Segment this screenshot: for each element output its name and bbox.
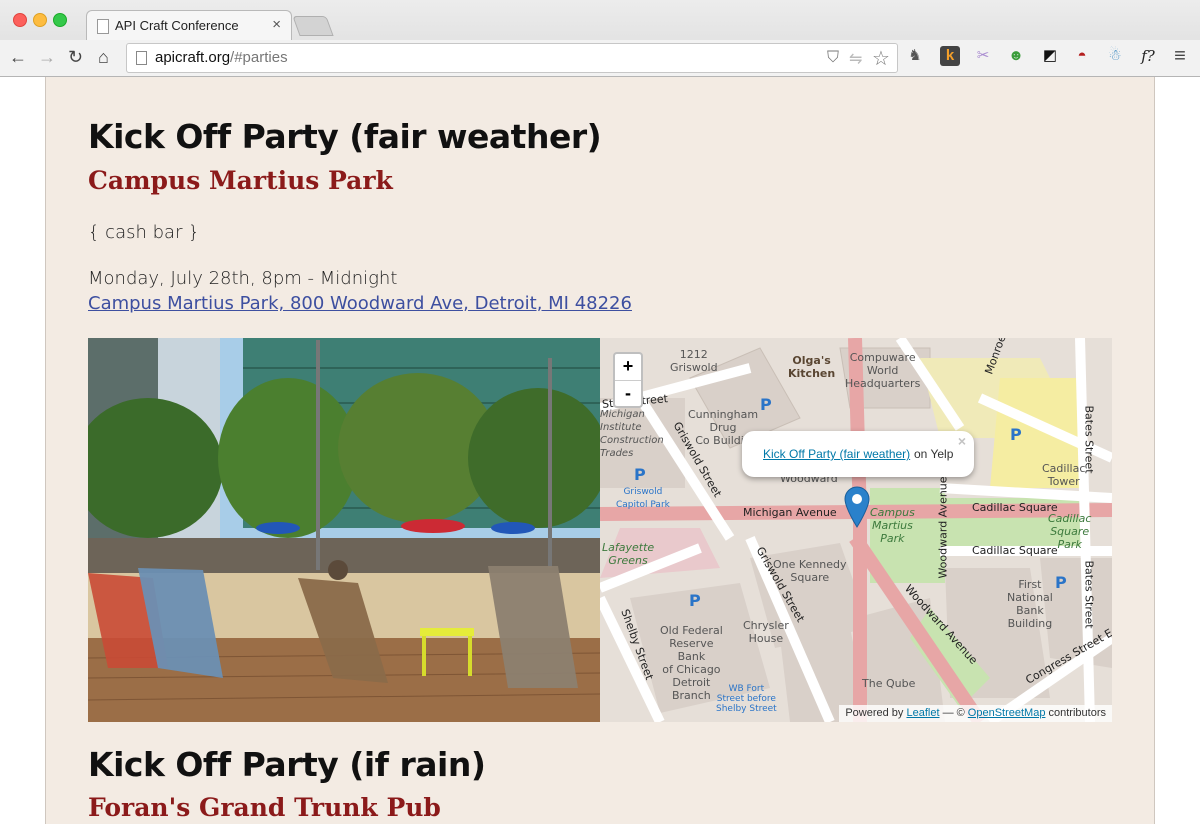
popup-close-icon[interactable]: × — [958, 433, 966, 449]
popup-suffix: on Yelp — [914, 447, 954, 461]
main-content: Kick Off Party (fair weather) Campus Mar… — [45, 77, 1155, 824]
font-finder-icon[interactable]: f? — [1138, 46, 1158, 66]
bookmark-star-icon[interactable]: ☆ — [872, 46, 890, 71]
menu-icon[interactable]: ≡ — [1170, 46, 1190, 66]
map-poi-the-qube: The Qube — [862, 677, 916, 690]
tab-title: API Craft Conference — [115, 18, 239, 33]
parking-icon: P — [1010, 425, 1022, 444]
parking-icon: P — [760, 395, 772, 414]
map-poi-cadillac-square-park: Cadillac Square Park — [1048, 512, 1092, 551]
alien-icon[interactable]: ☻ — [1006, 46, 1026, 66]
map-poi-campus-martius-park: Campus Martius Park — [870, 506, 915, 545]
map-poi-old-federal: Old Federal Reserve Bank of Chicago Detroit B… — [660, 624, 723, 702]
map-label-cadillac-square-2: Cadillac Square — [972, 544, 1058, 557]
reload-button[interactable]: ↻ — [68, 46, 83, 68]
attribution-suffix: contributors — [1048, 707, 1106, 719]
attribution-prefix: Powered by — [845, 707, 904, 719]
tab-close-icon[interactable]: × — [272, 16, 281, 33]
park-photo-illustration — [88, 338, 600, 722]
home-button[interactable]: ⌂ — [98, 46, 109, 68]
url-host: apicraft.org — [155, 49, 231, 66]
party2-title: Kick Off Party (if rain) — [88, 745, 486, 784]
openstreetmap-link[interactable]: OpenStreetMap — [968, 707, 1046, 719]
address-bar[interactable]: apicraft.org/#parties ⛉ ⇋ ☆ — [126, 43, 898, 73]
party1-venue: Campus Martius Park — [88, 166, 393, 195]
map-label-cadillac-square: Cadillac Square — [972, 501, 1058, 514]
park-photo — [88, 338, 600, 722]
map-poi-griswold-capitol-park: Griswold Capitol Park — [616, 487, 670, 510]
leaflet-link[interactable]: Leaflet — [906, 707, 939, 719]
zoom-in-button[interactable]: + — [615, 354, 641, 381]
party1-note: { cash bar } — [88, 222, 200, 243]
party1-datetime: Monday, July 28th, 8pm - Midnight — [88, 268, 398, 289]
map-poi-wb-fort: WB Fort Street before Shelby Street — [716, 684, 777, 714]
page-icon — [136, 51, 147, 65]
page-favicon-icon — [97, 19, 109, 34]
map-popup: Kick Off Party (fair weather) on Yelp × — [742, 431, 974, 477]
attribution-mid: — © — [942, 707, 965, 719]
back-button[interactable]: ← — [9, 46, 27, 68]
map-poi-cadillac-tower: Cadillac Tower — [1042, 462, 1086, 488]
party2-venue: Foran's Grand Trunk Pub — [88, 793, 441, 822]
map-label-bates-street-2: Bates Street — [1082, 560, 1096, 629]
parking-icon: P — [1055, 573, 1067, 592]
map-poi-1212-griswold: 1212 Griswold — [670, 348, 718, 374]
map-poi-lafayette-greens: Lafayette Greens — [602, 541, 655, 567]
browser-chrome: API Craft Conference × ← → ↻ ⌂ apicraft.… — [0, 0, 1200, 77]
bug-icon[interactable]: ☃ — [1105, 46, 1125, 66]
evernote-icon[interactable]: ♞ — [905, 46, 925, 66]
browser-toolbar: ← → ↻ ⌂ apicraft.org/#parties ⛉ ⇋ ☆ ♞ k … — [0, 40, 1200, 76]
party1-address-link[interactable]: Campus Martius Park, 800 Woodward Ave, D… — [88, 293, 632, 314]
rabbit-icon[interactable]: ✂ — [973, 46, 993, 66]
k-icon[interactable]: k — [940, 46, 960, 66]
map-zoom-control: + - — [613, 352, 643, 408]
handshake-icon[interactable]: ⇋ — [849, 49, 862, 69]
map-marker-icon[interactable] — [844, 486, 870, 528]
zoom-out-button[interactable]: - — [615, 381, 641, 407]
parking-icon: P — [689, 591, 701, 610]
map-label-woodward-avenue-2: Woodward Avenue — [936, 476, 950, 579]
party1-title: Kick Off Party (fair weather) — [88, 117, 602, 156]
map[interactable]: State Street Michigan Avenue Griswold St… — [600, 338, 1112, 722]
map-poi-one-kennedy: One Kennedy Square — [773, 558, 847, 584]
new-tab-button[interactable] — [292, 16, 334, 36]
pocket-icon[interactable]: ◩ — [1040, 46, 1060, 66]
window-maximize-button[interactable] — [53, 13, 67, 27]
map-attribution: Powered by Leaflet — © OpenStreetMap con… — [839, 705, 1112, 722]
sofa-icon[interactable]: ◓ — [1072, 46, 1092, 66]
popup-yelp-link[interactable]: Kick Off Party (fair weather) — [763, 447, 910, 461]
map-poi-olgas: Olga's Kitchen — [788, 354, 836, 380]
forward-button[interactable]: → — [38, 46, 56, 68]
map-poi-chrysler-house: Chrysler House — [743, 619, 789, 645]
url-text[interactable]: apicraft.org/#parties — [155, 49, 288, 66]
map-label-michigan-avenue: Michigan Avenue — [743, 506, 837, 519]
map-poi-compuware: Compuware World Headquarters — [845, 351, 921, 390]
shield-icon[interactable]: ⛉ — [827, 49, 839, 67]
url-path: /#parties — [230, 49, 288, 66]
page-viewport: Kick Off Party (fair weather) Campus Mar… — [0, 77, 1200, 824]
map-poi-michigan-institute: Michigan Institute Construction Trades — [600, 409, 664, 459]
window-close-button[interactable] — [13, 13, 27, 27]
window-minimize-button[interactable] — [33, 13, 47, 27]
parking-icon: P — [634, 465, 646, 484]
browser-tab[interactable]: API Craft Conference × — [86, 10, 292, 41]
map-poi-first-national: First National Bank Building — [1007, 578, 1053, 630]
